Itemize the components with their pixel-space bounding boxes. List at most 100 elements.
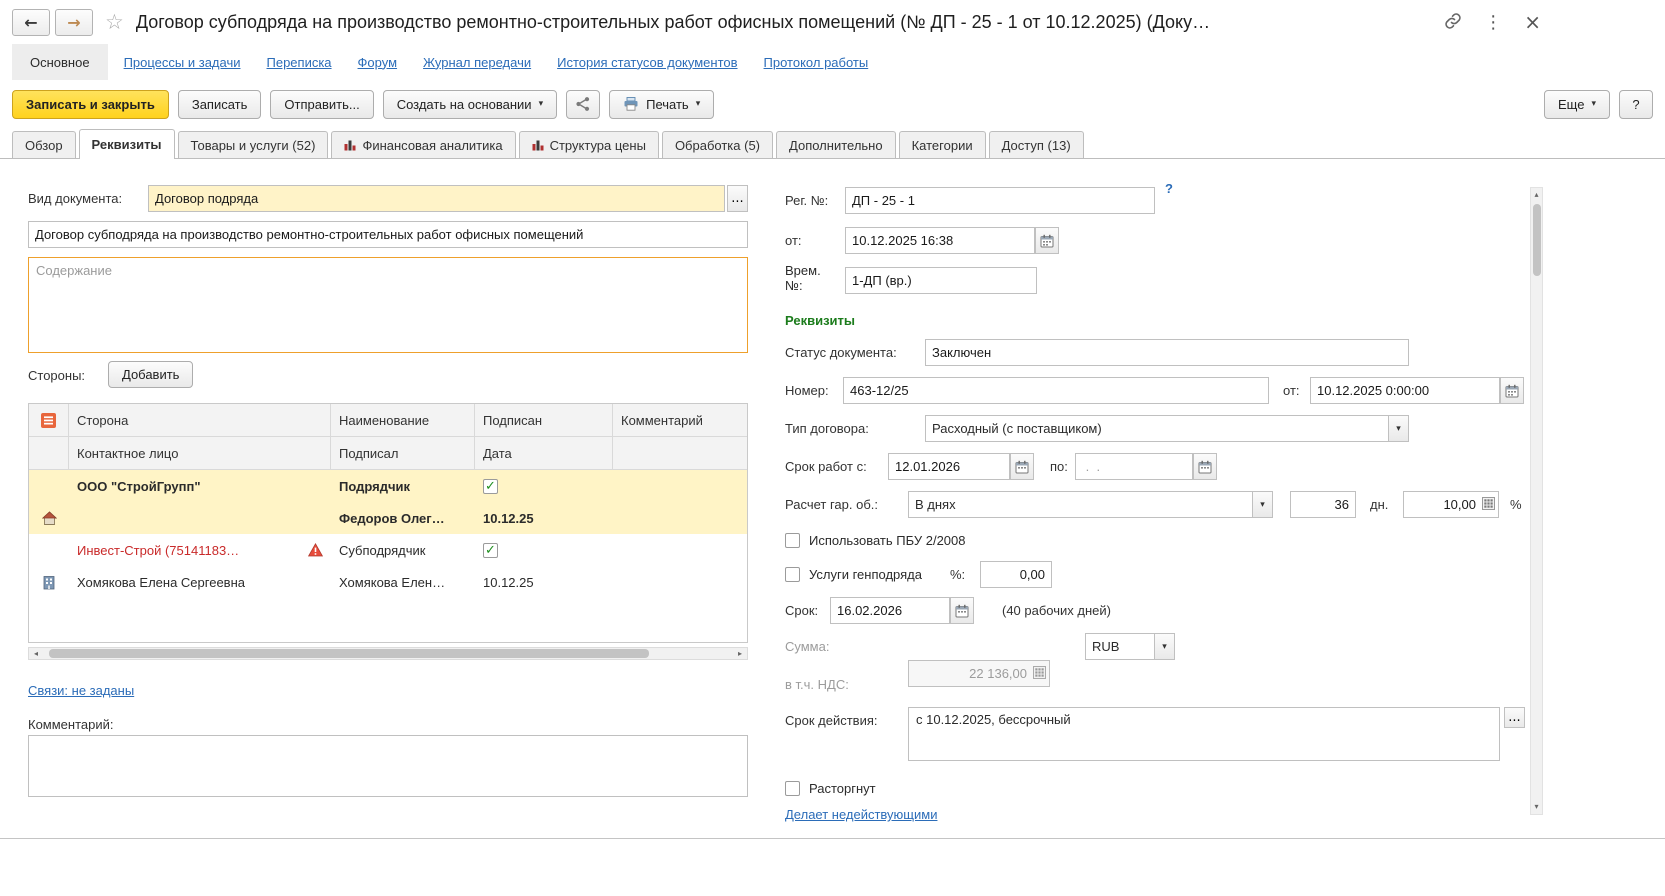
tab-categories[interactable]: Категории xyxy=(899,131,986,158)
nav-item-main[interactable]: Основное xyxy=(12,44,108,80)
tab-label: Реквизиты xyxy=(92,137,162,152)
print-button[interactable]: Печать ▾ xyxy=(609,90,714,119)
col-header-signed-by[interactable]: Подписал xyxy=(331,437,475,469)
building-icon xyxy=(42,575,56,590)
nav-link-correspondence[interactable]: Переписка xyxy=(267,55,332,70)
send-button[interactable]: Отправить... xyxy=(270,90,373,119)
gen-services-checkbox[interactable] xyxy=(785,567,800,582)
forward-button[interactable]: → xyxy=(55,9,93,36)
horizontal-scrollbar[interactable]: ◂ ▸ xyxy=(28,647,748,660)
status-field[interactable] xyxy=(925,339,1409,366)
tab-goods-services[interactable]: Товары и услуги (52) xyxy=(178,131,329,158)
work-from-calendar-button[interactable] xyxy=(1010,453,1034,480)
contract-date-field[interactable] xyxy=(1310,377,1500,404)
tab-label: Обзор xyxy=(25,138,63,153)
parties-label: Стороны: xyxy=(28,362,85,389)
tab-label: Обработка (5) xyxy=(675,138,760,153)
contract-type-dropdown-button[interactable]: ▾ xyxy=(1389,415,1409,442)
guarantee-mode-dropdown-button[interactable]: ▾ xyxy=(1253,491,1273,518)
document-name-field[interactable] xyxy=(28,221,748,248)
scrollbar-thumb[interactable] xyxy=(49,649,649,658)
content-textarea[interactable]: Содержание xyxy=(28,257,748,353)
gen-pct-field[interactable] xyxy=(980,561,1052,588)
table-row[interactable]: Инвест-Строй (75141183… Субподрядчик ✓ xyxy=(29,534,747,566)
tab-overview[interactable]: Обзор xyxy=(12,131,76,158)
scroll-down-icon[interactable]: ▾ xyxy=(1531,800,1542,814)
invalidate-link[interactable]: Делает недействующими xyxy=(785,807,937,822)
create-based-on-button[interactable]: Создать на основании ▾ xyxy=(383,90,557,119)
tab-access[interactable]: Доступ (13) xyxy=(989,131,1084,158)
caret-down-icon: ▾ xyxy=(539,99,544,109)
nav-link-status-history[interactable]: История статусов документов xyxy=(557,55,737,70)
table-row[interactable]: Хомякова Елена Сергеевна Хомякова Елен… … xyxy=(29,566,747,598)
window-menu-icon[interactable]: ⋮ xyxy=(1484,12,1502,33)
scroll-right-icon[interactable]: ▸ xyxy=(733,649,747,658)
nav-link-work-protocol[interactable]: Протокол работы xyxy=(764,55,869,70)
guarantee-mode-combo[interactable]: В днях xyxy=(908,491,1253,518)
favorite-star-icon[interactable]: ☆ xyxy=(105,10,124,34)
tab-requisites[interactable]: Реквизиты xyxy=(79,129,175,159)
nav-link-transfer-log[interactable]: Журнал передачи xyxy=(423,55,531,70)
scrollbar-thumb[interactable] xyxy=(1533,204,1541,276)
chart-icon xyxy=(532,139,544,151)
terminated-checkbox[interactable] xyxy=(785,781,800,796)
signed-checkbox[interactable]: ✓ xyxy=(483,479,498,494)
nav-link-processes[interactable]: Процессы и задачи xyxy=(124,55,241,70)
currency-dropdown-button[interactable]: ▾ xyxy=(1155,633,1175,660)
doc-type-field[interactable] xyxy=(148,185,725,212)
help-button[interactable]: ? xyxy=(1619,90,1653,119)
validity-field[interactable]: с 10.12.2025, бессрочный xyxy=(908,707,1500,761)
document-tabs: Обзор Реквизиты Товары и услуги (52) Фин… xyxy=(0,128,1665,159)
pbu-checkbox[interactable] xyxy=(785,533,800,548)
work-to-calendar-button[interactable] xyxy=(1193,453,1217,480)
back-button[interactable]: ← xyxy=(12,9,50,36)
table-row[interactable]: Федоров Олег… 10.12.25 xyxy=(29,502,747,534)
date-cell: 10.12.25 xyxy=(475,502,613,534)
work-to-field[interactable] xyxy=(1075,453,1193,480)
contract-date-calendar-button[interactable] xyxy=(1500,377,1524,404)
col-header-comment[interactable]: Комментарий xyxy=(613,404,747,436)
reg-date-field[interactable] xyxy=(845,227,1035,254)
tab-price-structure[interactable]: Структура цены xyxy=(519,131,659,158)
contract-number-field[interactable] xyxy=(843,377,1269,404)
col-header-date[interactable]: Дата xyxy=(475,437,613,469)
scroll-up-icon[interactable]: ▴ xyxy=(1531,188,1542,202)
get-link-icon[interactable] xyxy=(1444,12,1462,33)
temp-number-field[interactable] xyxy=(845,267,1037,294)
col-header-party[interactable]: Сторона xyxy=(69,404,331,436)
col-header-signed[interactable]: Подписан xyxy=(475,404,613,436)
tab-label: Структура цены xyxy=(550,138,646,153)
more-actions-button[interactable]: Еще ▾ xyxy=(1544,90,1610,119)
scroll-left-icon[interactable]: ◂ xyxy=(29,649,43,658)
table-row[interactable]: ООО "СтройГрупп" Подрядчик ✓ xyxy=(29,470,747,502)
tab-financial-analytics[interactable]: Финансовая аналитика xyxy=(331,131,515,158)
check-icon: ✓ xyxy=(485,480,496,493)
save-and-close-button[interactable]: Записать и закрыть xyxy=(12,90,169,119)
nav-link-forum[interactable]: Форум xyxy=(358,55,398,70)
add-party-button[interactable]: Добавить xyxy=(108,361,193,388)
col-header-contact[interactable]: Контактное лицо xyxy=(69,437,331,469)
signed-checkbox[interactable]: ✓ xyxy=(483,543,498,558)
term-field[interactable] xyxy=(830,597,950,624)
parties-table[interactable]: Сторона Наименование Подписан Комментари… xyxy=(28,403,748,643)
reg-date-calendar-button[interactable] xyxy=(1035,227,1059,254)
tab-additional[interactable]: Дополнительно xyxy=(776,131,896,158)
save-button[interactable]: Записать xyxy=(178,90,262,119)
relations-link[interactable]: Связи: не заданы xyxy=(28,683,134,698)
tab-processing[interactable]: Обработка (5) xyxy=(662,131,773,158)
pct-suffix-label: % xyxy=(1510,491,1522,518)
vertical-scrollbar[interactable]: ▴ ▾ xyxy=(1530,187,1543,815)
col-header-name[interactable]: Наименование xyxy=(331,404,475,436)
term-calendar-button[interactable] xyxy=(950,597,974,624)
doc-type-select-button[interactable]: ... xyxy=(727,185,748,212)
close-icon[interactable]: × xyxy=(1524,10,1541,34)
share-button[interactable] xyxy=(566,90,600,119)
currency-combo[interactable]: RUB xyxy=(1085,633,1155,660)
help-question-icon[interactable]: ? xyxy=(1165,181,1173,196)
comment-textarea[interactable] xyxy=(28,735,748,797)
contract-type-combo[interactable]: Расходный (с поставщиком) xyxy=(925,415,1389,442)
validity-select-button[interactable]: ... xyxy=(1504,707,1525,728)
reg-number-field[interactable] xyxy=(845,187,1155,214)
guarantee-days-field[interactable] xyxy=(1290,491,1356,518)
work-from-field[interactable] xyxy=(888,453,1010,480)
